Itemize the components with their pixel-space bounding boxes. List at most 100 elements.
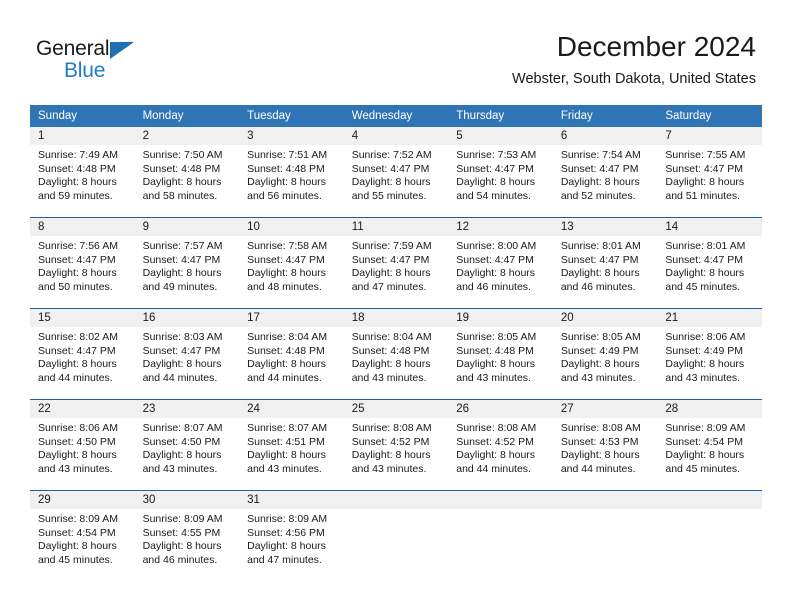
- daylight-text-line1: Daylight: 8 hours: [560, 449, 640, 462]
- calendar-week-row: 1 Sunrise: 7:49 AM Sunset: 4:48 PM Daylight…: [30, 127, 762, 218]
- sunrise-text: Sunrise: 7:53 AM: [456, 149, 537, 161]
- day-info: Sunrise: 8:05 AM Sunset: 4:49 PM Daylight:…: [553, 327, 658, 385]
- daylight-text-line1: Daylight: 8 hours: [142, 540, 222, 553]
- daylight-text-line2: and 56 minutes.: [247, 189, 322, 202]
- sunset-text: Sunset: 4:47 PM: [456, 253, 534, 266]
- daylight-text-line1: Daylight: 8 hours: [456, 267, 536, 280]
- daylight-text-line2: and 58 minutes.: [142, 189, 218, 202]
- day-number: 20: [552, 309, 658, 327]
- sunset-text: Sunset: 4:47 PM: [247, 253, 325, 266]
- daylight-text-line1: Daylight: 8 hours: [665, 449, 745, 462]
- sunrise-text: Sunrise: 8:09 AM: [247, 513, 328, 525]
- sunrise-text: Sunrise: 7:58 AM: [247, 240, 328, 252]
- day-cell[interactable]: 7 Sunrise: 7:55 AM Sunset: 4:47 PM Daylight…: [657, 127, 762, 218]
- day-number: 18: [343, 309, 449, 327]
- day-cell[interactable]: 2 Sunrise: 7:50 AM Sunset: 4:48 PM Daylight…: [134, 127, 240, 218]
- daylight-text-line1: Daylight: 8 hours: [351, 267, 431, 280]
- sunset-text: Sunset: 4:52 PM: [456, 435, 534, 448]
- daylight-text-line2: and 44 minutes.: [456, 462, 531, 475]
- daylight-text-line1: Daylight: 8 hours: [247, 358, 326, 371]
- day-cell[interactable]: 15 Sunrise: 8:02 AM Sunset: 4:47 PM Dayligh…: [30, 308, 135, 400]
- day-number: 4: [343, 127, 449, 145]
- sunset-text: Sunset: 4:47 PM: [38, 344, 116, 357]
- day-cell[interactable]: 4 Sunrise: 7:52 AM Sunset: 4:47 PM Daylight…: [343, 127, 449, 218]
- day-number: [552, 491, 658, 509]
- daylight-text-line1: Daylight: 8 hours: [665, 267, 745, 280]
- calendar-page: General Blue December 2024 Webster, Sout…: [0, 0, 792, 612]
- day-cell[interactable]: 13 Sunrise: 8:01 AM Sunset: 4:47 PM Dayligh…: [552, 217, 658, 309]
- day-info: Sunrise: 8:08 AM Sunset: 4:53 PM Daylight:…: [553, 418, 658, 476]
- day-cell[interactable]: 27 Sunrise: 8:08 AM Sunset: 4:53 PM Dayligh…: [552, 399, 658, 491]
- daylight-text-line1: Daylight: 8 hours: [351, 176, 431, 189]
- daylight-text-line2: and 44 minutes.: [560, 462, 636, 475]
- daylight-text-line2: and 43 minutes.: [351, 462, 427, 475]
- day-info: Sunrise: 7:53 AM Sunset: 4:47 PM Daylight:…: [448, 145, 553, 203]
- day-cell[interactable]: 18 Sunrise: 8:04 AM Sunset: 4:48 PM Dayligh…: [343, 308, 449, 400]
- daylight-text-line2: and 47 minutes.: [351, 280, 427, 293]
- day-info: Sunrise: 8:07 AM Sunset: 4:50 PM Daylight:…: [135, 418, 240, 476]
- day-cell-empty: [343, 490, 449, 581]
- day-cell[interactable]: 24 Sunrise: 8:07 AM Sunset: 4:51 PM Dayligh…: [239, 399, 344, 491]
- day-info: Sunrise: 7:59 AM Sunset: 4:47 PM Daylight:…: [344, 236, 449, 294]
- day-cell[interactable]: 12 Sunrise: 8:00 AM Sunset: 4:47 PM Dayligh…: [448, 217, 553, 309]
- sunset-text: Sunset: 4:54 PM: [38, 526, 116, 539]
- sunset-text: Sunset: 4:48 PM: [142, 162, 221, 175]
- day-cell[interactable]: 23 Sunrise: 8:07 AM Sunset: 4:50 PM Dayligh…: [134, 399, 240, 491]
- day-cell[interactable]: 20 Sunrise: 8:05 AM Sunset: 4:49 PM Dayligh…: [552, 308, 658, 400]
- day-cell[interactable]: 3 Sunrise: 7:51 AM Sunset: 4:48 PM Daylight…: [239, 127, 344, 218]
- day-info: Sunrise: 8:09 AM Sunset: 4:54 PM Daylight:…: [30, 509, 135, 567]
- day-cell[interactable]: 31 Sunrise: 8:09 AM Sunset: 4:56 PM Dayligh…: [239, 490, 344, 581]
- day-number: [657, 491, 762, 509]
- day-cell[interactable]: 30 Sunrise: 8:09 AM Sunset: 4:55 PM Dayligh…: [134, 490, 240, 581]
- day-cell[interactable]: 11 Sunrise: 7:59 AM Sunset: 4:47 PM Dayligh…: [343, 217, 449, 309]
- sunset-text: Sunset: 4:48 PM: [456, 344, 534, 357]
- day-number: 5: [448, 127, 553, 145]
- daylight-text-line1: Daylight: 8 hours: [665, 358, 745, 371]
- sunrise-text: Sunrise: 8:09 AM: [142, 513, 223, 525]
- day-cell[interactable]: 5 Sunrise: 7:53 AM Sunset: 4:47 PM Daylight…: [448, 127, 553, 218]
- daylight-text-line2: and 44 minutes.: [247, 371, 322, 384]
- day-cell[interactable]: 9 Sunrise: 7:57 AM Sunset: 4:47 PM Daylight…: [134, 217, 240, 309]
- day-cell[interactable]: 10 Sunrise: 7:58 AM Sunset: 4:47 PM Dayligh…: [239, 217, 344, 309]
- sunrise-text: Sunrise: 8:02 AM: [38, 331, 118, 343]
- day-number: 13: [552, 218, 658, 236]
- sunrise-text: Sunrise: 7:57 AM: [142, 240, 223, 252]
- sunset-text: Sunset: 4:56 PM: [247, 526, 325, 539]
- daylight-text-line1: Daylight: 8 hours: [38, 267, 117, 280]
- day-cell[interactable]: 8 Sunrise: 7:56 AM Sunset: 4:47 PM Daylight…: [30, 217, 135, 309]
- sunset-text: Sunset: 4:47 PM: [351, 162, 430, 175]
- day-cell[interactable]: 16 Sunrise: 8:03 AM Sunset: 4:47 PM Dayligh…: [134, 308, 240, 400]
- day-number: 10: [239, 218, 344, 236]
- day-info: Sunrise: 8:08 AM Sunset: 4:52 PM Daylight:…: [344, 418, 449, 476]
- sunrise-text: Sunrise: 7:55 AM: [665, 149, 746, 161]
- sunrise-text: Sunrise: 8:00 AM: [456, 240, 537, 252]
- day-cell[interactable]: 22 Sunrise: 8:06 AM Sunset: 4:50 PM Dayligh…: [30, 399, 135, 491]
- sunset-text: Sunset: 4:47 PM: [142, 253, 221, 266]
- sunrise-text: Sunrise: 7:56 AM: [38, 240, 118, 252]
- calendar-week-row: 29 Sunrise: 8:09 AM Sunset: 4:54 PM Dayligh…: [30, 490, 762, 581]
- day-cell[interactable]: 26 Sunrise: 8:08 AM Sunset: 4:52 PM Dayligh…: [448, 399, 553, 491]
- day-cell[interactable]: 25 Sunrise: 8:08 AM Sunset: 4:52 PM Dayligh…: [343, 399, 449, 491]
- logo-text-blue: Blue: [64, 59, 106, 82]
- weekday-header-friday: Friday: [552, 105, 658, 127]
- sunrise-text: Sunrise: 8:01 AM: [560, 240, 641, 252]
- day-number: 2: [134, 127, 240, 145]
- sunset-text: Sunset: 4:52 PM: [351, 435, 430, 448]
- day-cell[interactable]: 19 Sunrise: 8:05 AM Sunset: 4:48 PM Dayligh…: [448, 308, 553, 400]
- day-cell[interactable]: 29 Sunrise: 8:09 AM Sunset: 4:54 PM Dayligh…: [30, 490, 135, 581]
- sunset-text: Sunset: 4:55 PM: [142, 526, 221, 539]
- sunrise-text: Sunrise: 7:54 AM: [560, 149, 641, 161]
- sunset-text: Sunset: 4:47 PM: [351, 253, 430, 266]
- daylight-text-line2: and 44 minutes.: [142, 371, 218, 384]
- daylight-text-line2: and 43 minutes.: [456, 371, 531, 384]
- day-cell[interactable]: 14 Sunrise: 8:01 AM Sunset: 4:47 PM Dayligh…: [657, 217, 762, 309]
- sunset-text: Sunset: 4:47 PM: [560, 162, 639, 175]
- calendar-table: Sunday Monday Tuesday Wednesday Thursday…: [30, 105, 762, 581]
- day-cell[interactable]: 21 Sunrise: 8:06 AM Sunset: 4:49 PM Dayligh…: [657, 308, 762, 400]
- sunrise-text: Sunrise: 8:03 AM: [142, 331, 223, 343]
- day-cell[interactable]: 1 Sunrise: 7:49 AM Sunset: 4:48 PM Daylight…: [30, 127, 135, 218]
- day-cell[interactable]: 17 Sunrise: 8:04 AM Sunset: 4:48 PM Dayligh…: [239, 308, 344, 400]
- day-cell[interactable]: 28 Sunrise: 8:09 AM Sunset: 4:54 PM Dayligh…: [657, 399, 762, 491]
- day-cell[interactable]: 6 Sunrise: 7:54 AM Sunset: 4:47 PM Daylight…: [552, 127, 658, 218]
- day-info: Sunrise: 7:58 AM Sunset: 4:47 PM Daylight:…: [239, 236, 344, 294]
